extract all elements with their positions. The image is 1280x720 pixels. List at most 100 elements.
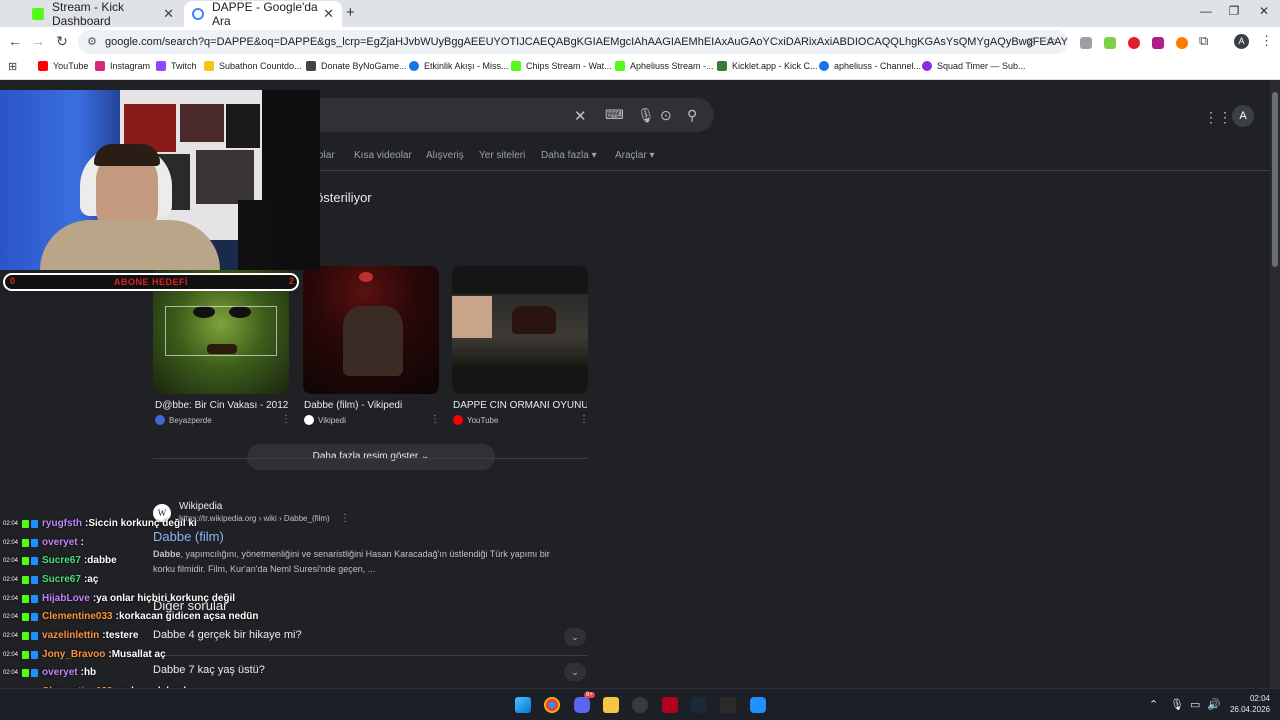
window-close-icon[interactable]: ✕ (1252, 4, 1276, 18)
microphone-tray-icon[interactable]: 🎙 (1170, 698, 1184, 711)
shield-extension-icon[interactable] (1080, 37, 1092, 49)
restore-icon[interactable]: ❐ (1222, 4, 1246, 18)
paa-question[interactable]: Dabbe 7 kaç yaş üstü? (153, 664, 265, 676)
red-extension-icon[interactable] (1128, 37, 1140, 49)
site-info-icon[interactable]: ⚙ (87, 30, 97, 54)
subscriber-goal-bar: 0 ABONE HEDEFİ 2 (3, 273, 299, 291)
result-site-name[interactable]: Wikipedia (179, 501, 222, 512)
extensions-puzzle-icon[interactable]: ⧉ (1199, 33, 1208, 49)
chrome-menu-icon[interactable]: ⋮ (1260, 33, 1273, 49)
bookmark-youtube[interactable]: YouTube (38, 61, 88, 71)
image-result-dabbe-film[interactable] (303, 266, 439, 394)
star-bookmark-icon[interactable]: ☆ (1046, 34, 1057, 48)
chat-timestamp: 02:04 (3, 520, 19, 527)
bookmark-apheliuss-stream[interactable]: Apheliuss Stream -... (615, 61, 714, 71)
image-source[interactable]: Beyazperde (155, 415, 212, 425)
bookmark-subathon[interactable]: Subathon Countdo... (204, 61, 302, 71)
apps-grid-icon[interactable]: ⊞ (8, 60, 17, 73)
file-explorer-icon[interactable] (603, 697, 619, 713)
more-options-icon[interactable]: ⋮ (281, 414, 291, 425)
chrome-taskbar-icon[interactable] (544, 697, 560, 713)
new-tab-button[interactable]: + (346, 4, 355, 21)
steam-icon[interactable] (691, 697, 707, 713)
image-source[interactable]: Vikipedi (304, 415, 346, 425)
chat-username[interactable]: HijabLove (42, 593, 90, 604)
forward-arrow-icon[interactable]: → (28, 33, 48, 49)
keyboard-icon[interactable]: ⌨ (605, 107, 624, 123)
bookmark-etkinlik[interactable]: Etkinlik Akışı - Miss... (409, 61, 509, 71)
tab-alisveris[interactable]: Alışveriş (426, 150, 464, 161)
instagram-icon (95, 61, 105, 71)
more-options-icon[interactable]: ⋮ (340, 513, 350, 524)
close-icon[interactable]: ✕ (163, 6, 174, 22)
red-app-icon[interactable] (662, 697, 678, 713)
obs-icon[interactable] (632, 697, 648, 713)
paa-question[interactable]: Dabbe 4 gerçek bir hikaye mi? (153, 629, 302, 641)
chat-username[interactable]: Jony_Bravoo (42, 649, 105, 660)
chat-username[interactable]: Sucre67 (42, 555, 81, 566)
tray-chevron-up-icon[interactable]: ⌃ (1149, 698, 1158, 711)
tab-kick-dashboard[interactable]: Stream - Kick Dashboard ✕ (24, 0, 182, 28)
taskbar-clock[interactable]: 02:04 (1228, 694, 1270, 703)
chat-username[interactable]: ryugfsth (42, 518, 82, 529)
orange-extension-icon[interactable] (1176, 37, 1188, 49)
more-options-icon[interactable]: ⋮ (430, 414, 440, 425)
image-caption[interactable]: Dabbe (film) - Vikipedi (304, 400, 438, 411)
tab-kisa-videolar[interactable]: Kısa videolar (354, 150, 412, 161)
tab-yer-siteleri[interactable]: Yer siteleri (479, 150, 525, 161)
bookmark-instagram[interactable]: Instagram (95, 61, 150, 71)
chat-message: 02:04 overyet: (3, 534, 84, 551)
image-result-dappe-game[interactable] (452, 266, 588, 394)
bookmark-donate[interactable]: Donate ByNoGame... (306, 61, 407, 71)
hat-figure (512, 306, 556, 334)
google-account-avatar[interactable]: A (1232, 105, 1254, 127)
clear-search-icon[interactable]: ✕ (574, 107, 587, 125)
tab-google-search[interactable]: DAPPE - Google'da Ara ✕ (184, 0, 342, 28)
image-source[interactable]: YouTube (453, 415, 498, 425)
more-options-icon[interactable]: ⋮ (579, 414, 589, 425)
chat-username[interactable]: overyet (42, 667, 78, 678)
green-extension-icon[interactable] (1104, 37, 1116, 49)
chat-username[interactable]: Sucre67 (42, 574, 81, 585)
image-caption[interactable]: D@bbe: Bir Cin Vakası - 2012 ... (155, 400, 289, 411)
back-arrow-icon[interactable]: ← (5, 33, 25, 49)
bookmark-twitch[interactable]: Twitch (156, 61, 197, 71)
chat-username[interactable]: vazelinlettin (42, 630, 99, 641)
tab-araclar[interactable]: Araçlar ▾ (615, 150, 655, 161)
profile-avatar[interactable]: A (1234, 34, 1249, 49)
volume-icon[interactable]: 🔊 (1207, 698, 1221, 711)
tab-title: DAPPE - Google'da Ara (212, 0, 318, 28)
result-url[interactable]: https://tr.wikipedia.org › wiki › Dabbe_… (179, 514, 330, 523)
chat-username[interactable]: overyet (42, 537, 78, 548)
address-bar[interactable]: ⚙ google.com/search?q=DAPPE&oq=DAPPE&gs_… (78, 30, 1068, 54)
chat-timestamp: 02:04 (3, 613, 19, 620)
page-scrollbar[interactable] (1270, 80, 1280, 688)
reload-icon[interactable]: ↻ (52, 33, 72, 50)
windows-start-icon[interactable] (515, 697, 531, 713)
bookmark-kicklet[interactable]: Kicklet.app - Kick C... (717, 61, 818, 71)
chevron-down-icon[interactable]: ⌄ (564, 628, 586, 646)
purple-extension-icon[interactable] (1152, 37, 1164, 49)
tab-daha-fazla[interactable]: Daha fazla ▾ (541, 150, 597, 161)
tab-videolar[interactable]: olar (318, 150, 335, 161)
blue-app-icon[interactable] (750, 697, 766, 713)
discord-icon[interactable] (574, 697, 590, 713)
bookmark-apheliuss-channel[interactable]: apheliuss - Channel... (819, 61, 921, 71)
network-icon[interactable]: ▭ (1190, 698, 1200, 711)
taskbar-date[interactable]: 26.04.2026 (1222, 705, 1270, 714)
subathon-icon (204, 61, 214, 71)
bookmark-squad-timer[interactable]: Squad Timer — Sub... (922, 61, 1026, 71)
bookmark-chips-stream[interactable]: Chips Stream - Wat... (511, 61, 612, 71)
image-caption[interactable]: DAPPE CİN ORMANI OYUNU !... (453, 400, 587, 411)
search-icon[interactable]: ⚲ (687, 107, 697, 124)
more-images-button[interactable]: Daha fazla resim göster ⌄ (247, 444, 495, 470)
chevron-down-icon[interactable]: ⌄ (564, 663, 586, 681)
epic-games-icon[interactable] (720, 697, 736, 713)
minimize-icon[interactable]: — (1194, 4, 1218, 18)
close-icon[interactable]: ✕ (323, 6, 334, 22)
lens-camera-icon[interactable]: ⊙ (660, 107, 672, 124)
scrollbar-thumb[interactable] (1272, 92, 1278, 267)
chat-username[interactable]: Clementine033 (42, 611, 113, 622)
eye-off-icon[interactable]: ◎ (1026, 35, 1036, 48)
microphone-icon[interactable]: 🎙 (637, 107, 655, 124)
